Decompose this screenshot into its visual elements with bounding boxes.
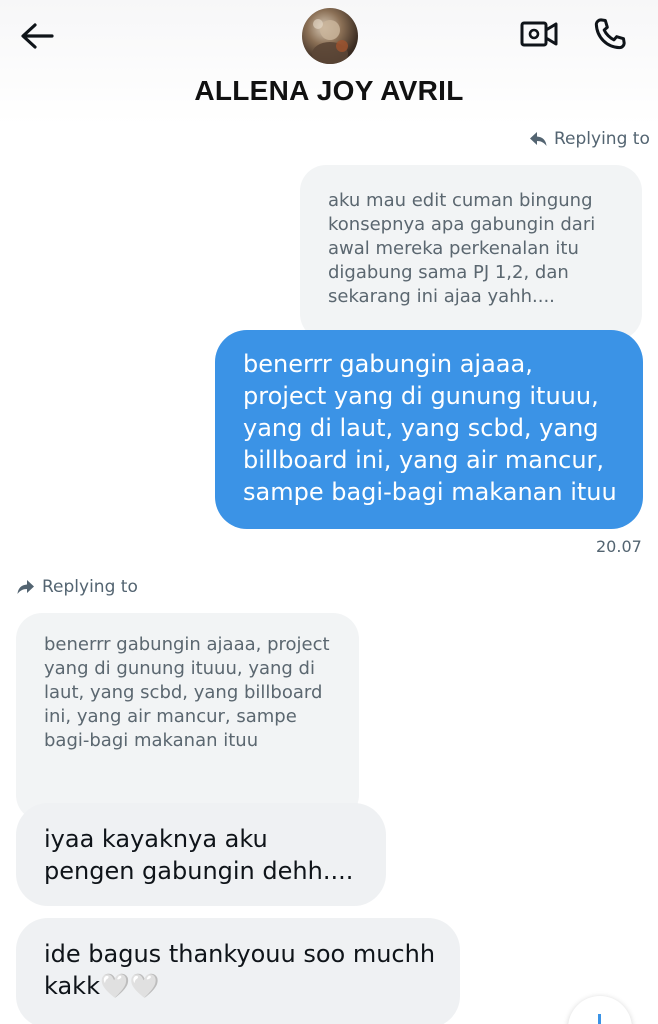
avatar-photo — [312, 19, 348, 64]
voice-call-button[interactable] — [590, 14, 630, 54]
message-text: benerrr gabungin ajaaa, project yang di … — [243, 350, 617, 506]
reply-indicator-received: Replying to — [16, 577, 138, 597]
quoted-message-received[interactable]: benerrr gabungin ajaaa, project yang di … — [16, 613, 359, 821]
back-button[interactable] — [18, 20, 56, 52]
new-message-button[interactable] — [568, 996, 632, 1024]
quoted-text: aku mau edit cuman bingung konsepnya apa… — [328, 190, 596, 307]
quoted-message-sent[interactable]: aku mau edit cuman bingung konsepnya apa… — [300, 165, 642, 340]
reply-label: Replying to — [42, 577, 138, 597]
message-bubble-received[interactable]: ide bagus thankyouu soo muchh kakk🤍🤍 — [16, 918, 460, 1024]
phone-icon — [594, 18, 626, 50]
arrow-left-icon — [21, 23, 54, 49]
reply-arrow-icon — [530, 132, 547, 146]
message-text: ide bagus thankyouu soo muchh kakk🤍🤍 — [44, 940, 436, 1000]
message-text: iyaa kayaknya aku pengen gabungin dehh..… — [44, 825, 354, 885]
reply-forward-arrow-icon — [17, 580, 34, 594]
plus-icon — [598, 1014, 601, 1024]
chat-header: ALLENA JOY AVRIL — [0, 0, 658, 126]
chat-screen: ALLENA JOY AVRIL Replying to aku mau edi… — [0, 0, 658, 1024]
message-bubble-sent[interactable]: benerrr gabungin ajaaa, project yang di … — [215, 330, 643, 529]
video-camera-icon — [520, 21, 558, 47]
reply-indicator-sent: Replying to — [528, 129, 650, 149]
video-call-button[interactable] — [518, 16, 560, 52]
quoted-text: benerrr gabungin ajaaa, project yang di … — [44, 634, 330, 751]
reply-label: Replying to — [554, 129, 650, 149]
message-timestamp: 20.07 — [596, 537, 642, 556]
message-bubble-received[interactable]: iyaa kayaknya aku pengen gabungin dehh..… — [16, 803, 386, 906]
contact-name[interactable]: ALLENA JOY AVRIL — [0, 75, 658, 107]
contact-avatar[interactable] — [302, 8, 358, 64]
